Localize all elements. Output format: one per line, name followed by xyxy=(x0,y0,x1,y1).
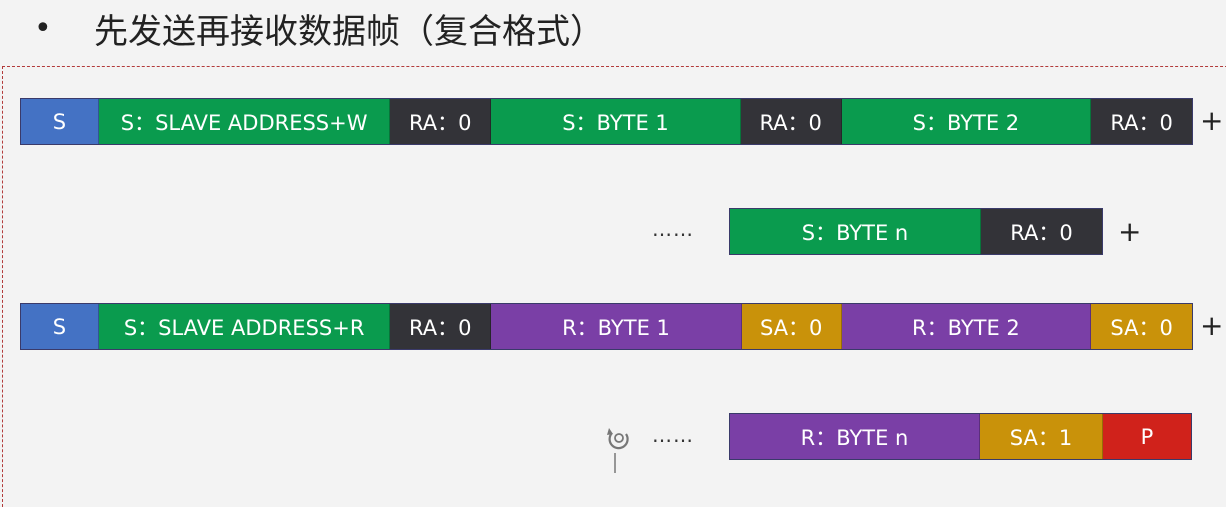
frame-cell: SA：0 xyxy=(741,304,842,349)
plus-sign: + xyxy=(1118,215,1142,248)
frame-cell: S：BYTE 2 xyxy=(841,99,1092,144)
frame-row-read: S S：SLAVE ADDRESS+R RA：0 R：BYTE 1 SA：0 R… xyxy=(20,303,1193,350)
frame-cell: R：BYTE 1 xyxy=(491,304,742,349)
frame-cell: RA：0 xyxy=(981,209,1102,254)
slide-title: • 先发送再接收数据帧（复合格式） xyxy=(28,2,604,54)
slide-title-text: 先发送再接收数据帧（复合格式） xyxy=(94,11,604,52)
plus-sign: + xyxy=(1200,309,1224,342)
frame-cell: SA：0 xyxy=(1091,304,1193,349)
frame-cell: P xyxy=(1103,414,1191,459)
frame-cell: RA：0 xyxy=(740,99,842,144)
bullet-point: • xyxy=(34,10,52,46)
frame-cell: RA：0 xyxy=(390,99,492,144)
frame-cell: S：SLAVE ADDRESS+R xyxy=(98,304,391,349)
frame-row-read-end: R：BYTE n SA：1 P xyxy=(729,413,1192,460)
frame-cell: S xyxy=(21,304,99,349)
rotate-cursor-icon xyxy=(607,428,629,473)
frame-cell: S：BYTE 1 xyxy=(491,99,741,144)
ellipsis: …… xyxy=(652,423,694,447)
plus-sign: + xyxy=(1200,104,1224,137)
frame-cell: R：BYTE 2 xyxy=(841,304,1092,349)
frame-row-write-end: S：BYTE n RA：0 xyxy=(729,208,1103,255)
frame-cell: R：BYTE n xyxy=(730,414,980,459)
frame-cell: SA：1 xyxy=(980,414,1103,459)
frame-cell: S：BYTE n xyxy=(730,209,981,254)
frame-cell: RA：0 xyxy=(390,304,492,349)
frame-cell: S xyxy=(21,99,99,144)
frame-row-write: S S：SLAVE ADDRESS+W RA：0 S：BYTE 1 RA：0 S… xyxy=(20,98,1193,145)
frame-cell: RA：0 xyxy=(1091,99,1193,144)
ellipsis: …… xyxy=(652,217,694,241)
frame-cell: S：SLAVE ADDRESS+W xyxy=(98,99,391,144)
